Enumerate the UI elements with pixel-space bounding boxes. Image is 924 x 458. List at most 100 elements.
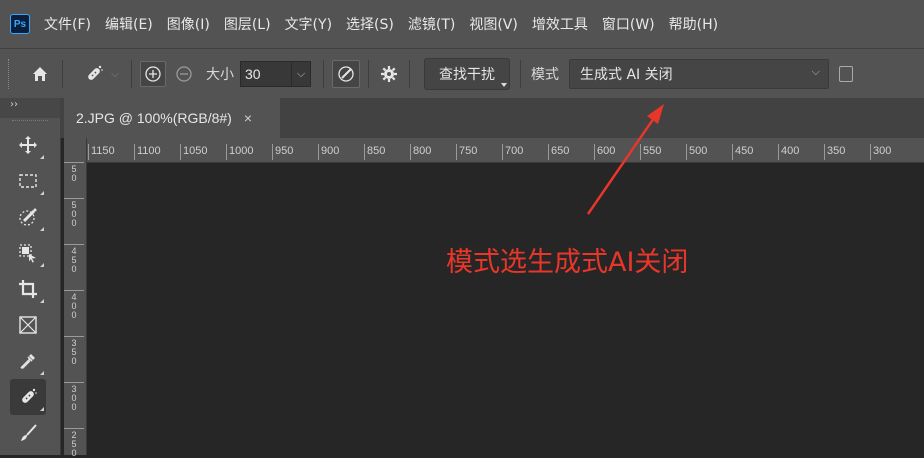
ruler-tick: 700	[502, 144, 523, 160]
ruler-tick: 500	[64, 198, 84, 228]
document-canvas[interactable]	[87, 163, 924, 455]
frame-tool[interactable]	[10, 307, 46, 343]
object-selection-tool[interactable]	[10, 235, 46, 271]
vertical-ruler[interactable]: 50 500 450 400 350 300 250	[64, 162, 87, 458]
tools-panel: ››	[0, 98, 61, 455]
home-button[interactable]	[26, 60, 54, 88]
ruler-tick: 950	[272, 144, 293, 160]
quick-select-icon	[19, 208, 37, 226]
menu-help[interactable]: 帮助(H)	[669, 14, 718, 34]
divider	[409, 60, 410, 88]
pressure-size-button[interactable]	[332, 60, 360, 88]
subtract-mode-button[interactable]	[172, 62, 196, 86]
submenu-triangle-icon	[501, 83, 507, 87]
object-select-icon	[19, 244, 36, 263]
document-tab-strip: 2.JPG @ 100%(RGB/8#) ×	[60, 98, 924, 138]
ruler-corner	[64, 138, 87, 162]
app-logo: Ps	[10, 14, 30, 34]
options-bar-grip[interactable]	[8, 59, 12, 89]
ruler-tick: 650	[548, 144, 569, 160]
divider	[62, 60, 63, 88]
ruler-tick: 750	[456, 144, 477, 160]
ruler-tick: 250	[64, 428, 84, 458]
marquee-tool[interactable]	[10, 163, 46, 199]
ruler-tick: 300	[870, 144, 891, 160]
submenu-triangle-icon	[40, 263, 44, 267]
menu-type[interactable]: 文字(Y)	[285, 14, 332, 34]
crop-icon	[19, 280, 37, 298]
chevron-down-icon: ⌵	[296, 67, 306, 80]
close-icon[interactable]: ×	[244, 110, 252, 126]
ruler-tick: 850	[364, 144, 385, 160]
menu-view[interactable]: 视图(V)	[469, 14, 518, 34]
document-tab[interactable]: 2.JPG @ 100%(RGB/8#) ×	[64, 98, 280, 138]
ruler-tick: 1000	[226, 144, 253, 160]
divider	[323, 60, 324, 88]
move-icon	[19, 136, 37, 154]
frame-icon	[19, 316, 37, 334]
menu-filter[interactable]: 滤镜(T)	[408, 14, 455, 34]
menu-layer[interactable]: 图层(L)	[224, 14, 271, 34]
find-distractions-button[interactable]: 查找干扰	[424, 58, 510, 90]
chevron-down-icon: ⌵	[111, 68, 119, 80]
ruler-tick: 450	[64, 244, 84, 274]
brush-icon	[21, 424, 37, 441]
divider	[131, 60, 132, 88]
add-mode-button[interactable]	[140, 61, 166, 87]
brush-tool[interactable]	[10, 415, 46, 451]
size-input[interactable]: 30	[240, 61, 292, 87]
ruler-tick: 50	[64, 162, 84, 183]
eyedropper-icon	[20, 354, 35, 369]
chevron-down-icon: ⌵	[811, 65, 820, 78]
menu-plugins[interactable]: 增效工具	[532, 14, 588, 34]
add-mode-icon	[145, 66, 161, 82]
ruler-tick: 350	[824, 144, 845, 160]
ruler-tick: 1150	[88, 144, 115, 160]
ruler-tick: 550	[640, 144, 661, 160]
ruler-tick: 350	[64, 336, 84, 366]
ruler-tick: 600	[594, 144, 615, 160]
mode-select-value: 生成式 AI 关闭	[580, 67, 673, 83]
submenu-triangle-icon	[40, 227, 44, 231]
move-tool[interactable]	[10, 127, 46, 163]
crop-tool[interactable]	[10, 271, 46, 307]
options-bar: ⌵ 大小 30 ⌵ 查找干扰 模式 生成式 AI 关闭 ⌵	[0, 48, 924, 99]
pressure-icon	[338, 66, 354, 82]
menu-edit[interactable]: 编辑(E)	[105, 14, 153, 34]
size-label: 大小	[206, 67, 234, 83]
mode-select[interactable]: 生成式 AI 关闭 ⌵	[569, 59, 829, 89]
healing-brush-tool[interactable]	[10, 379, 46, 415]
ruler-tick: 1050	[180, 144, 207, 160]
mode-label: 模式	[531, 67, 559, 83]
tool-preset-picker[interactable]: ⌵	[79, 60, 123, 88]
spot-healing-icon	[88, 65, 104, 80]
ruler-tick: 450	[732, 144, 753, 160]
submenu-triangle-icon	[40, 407, 44, 411]
menu-select[interactable]: 选择(S)	[346, 14, 394, 34]
settings-button[interactable]	[377, 62, 401, 86]
horizontal-ruler[interactable]: 1150 1100 1050 1000 950 900 850 800 750 …	[64, 138, 924, 163]
menu-file[interactable]: 文件(F)	[44, 14, 91, 34]
checkbox[interactable]	[839, 66, 853, 82]
gear-icon	[381, 66, 397, 82]
size-dropdown[interactable]: ⌵	[292, 61, 311, 87]
submenu-triangle-icon	[40, 191, 44, 195]
divider	[520, 60, 521, 88]
eyedropper-tool[interactable]	[10, 343, 46, 379]
quick-selection-tool[interactable]	[10, 199, 46, 235]
panel-collapse-toggle[interactable]: ››	[0, 98, 60, 118]
menu-window[interactable]: 窗口(W)	[602, 14, 655, 34]
panel-grip[interactable]	[12, 118, 48, 121]
ruler-tick: 400	[778, 144, 799, 160]
ruler-tick: 800	[410, 144, 431, 160]
ruler-tick: 900	[318, 144, 339, 160]
ruler-tick: 500	[686, 144, 707, 160]
divider	[368, 60, 369, 88]
document-tab-title: 2.JPG @ 100%(RGB/8#)	[76, 110, 232, 126]
subtract-mode-icon	[176, 66, 192, 82]
menu-image[interactable]: 图像(I)	[167, 14, 210, 34]
menu-bar: Ps 文件(F) 编辑(E) 图像(I) 图层(L) 文字(Y) 选择(S) 滤…	[0, 0, 924, 48]
ruler-tick: 400	[64, 290, 84, 320]
ruler-tick: 300	[64, 382, 84, 412]
find-distractions-label: 查找干扰	[439, 67, 495, 83]
